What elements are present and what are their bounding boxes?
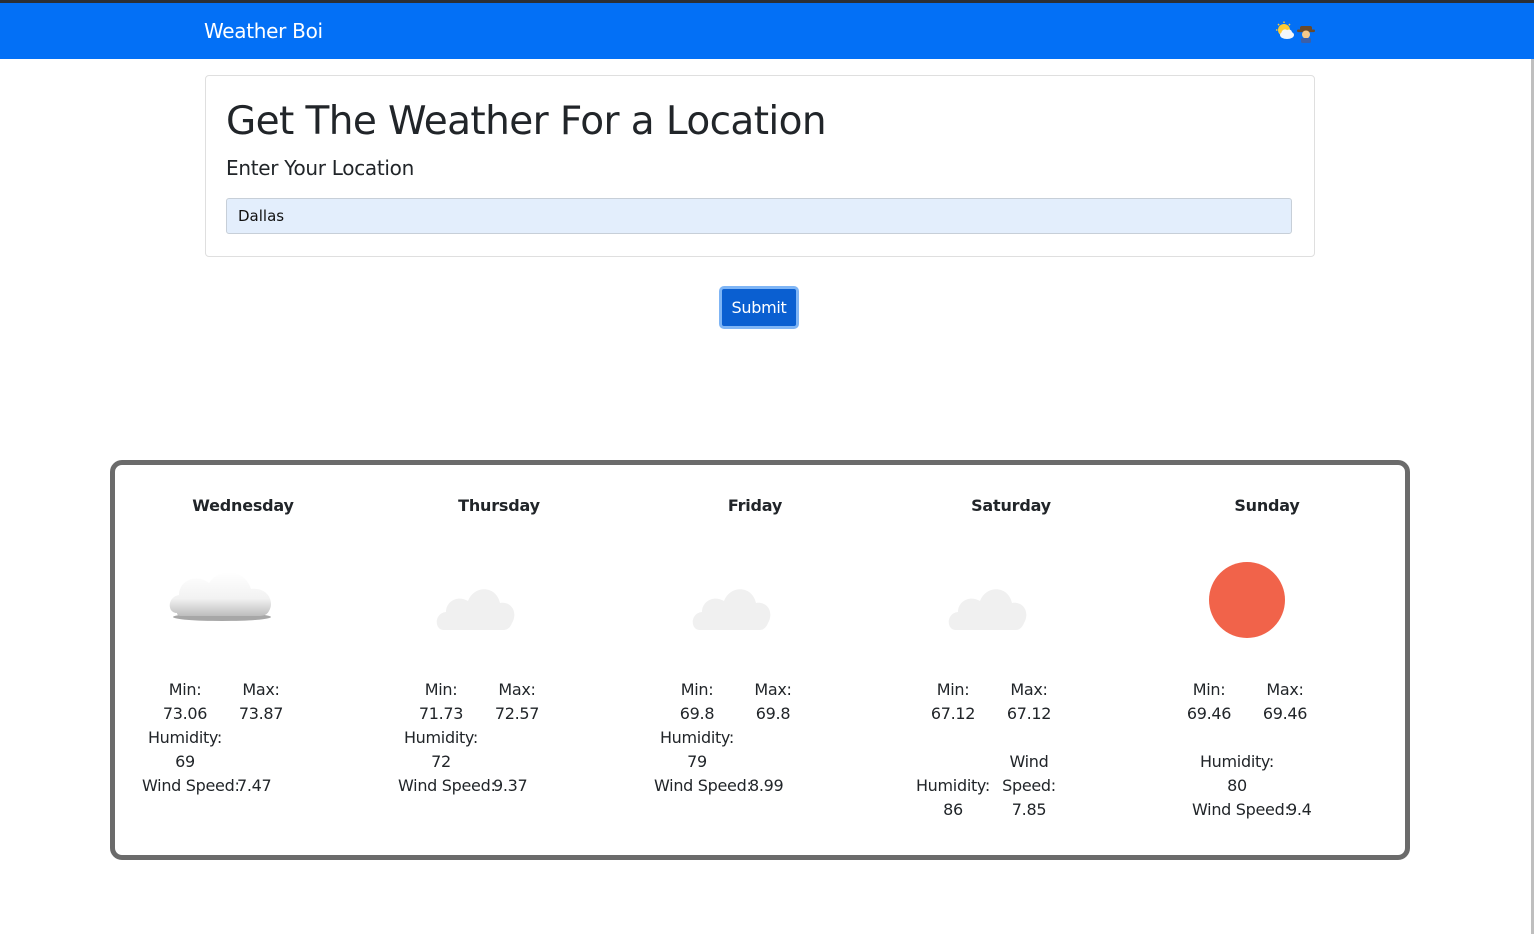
forecast-day: Friday Min: Max: 69.8 69.8 Humidity: 79 … [627,465,883,855]
max-value: 67.12 [1006,704,1052,723]
humidity-value: 72 [431,752,451,771]
cloud-icon [169,572,271,621]
min-value: 71.73 [418,704,464,723]
page-title: Get The Weather For a Location [226,99,827,144]
min-label: Min: [936,680,970,699]
max-label: Max: [498,680,536,699]
humidity-value: 86 [943,800,963,819]
max-label: Max: [242,680,280,699]
max-value: 73.87 [238,704,284,723]
min-value: 67.12 [930,704,976,723]
humidity-value: 79 [687,752,707,771]
wind-value: 7.85 [1011,800,1047,819]
light-cloud-icon [948,589,1027,630]
wind-value: 9.4 [1287,800,1312,819]
forecast-day: Saturday Min: Max: 67.12 67.12 Wind Humi… [883,465,1139,855]
min-label: Min: [1192,680,1226,699]
humidity-label: Humidity: [403,728,479,747]
wind-label: Wind Speed: [142,776,240,795]
max-label: Max: [1010,680,1048,699]
min-value: 69.8 [679,704,715,723]
min-label: Min: [168,680,202,699]
humidity-value: 80 [1227,776,1247,795]
wind-label: Wind Speed: [654,776,752,795]
day-name: Saturday [971,496,1051,515]
max-label: Max: [754,680,792,699]
location-form-card: Get The Weather For a Location Enter You… [205,75,1315,257]
wind-label: Wind [1009,752,1049,771]
submit-button[interactable]: Submit [719,286,799,329]
max-value: 69.8 [755,704,791,723]
wind-value: 7.47 [237,776,272,795]
forecast-panel: Wednesday Min: Max: 73.06 73.87 Humidity… [110,460,1410,860]
light-cloud-icon [436,589,515,630]
max-label: Max: [1266,680,1304,699]
min-value: 73.06 [162,704,208,723]
forecast-day: Sunday Min: Max: 69.46 69.46 Humidity: 8… [1139,465,1395,855]
max-value: 72.57 [494,704,540,723]
humidity-label: Humidity: [659,728,735,747]
day-name: Thursday [458,496,540,515]
humidity-value: 69 [175,752,195,771]
max-value: 69.46 [1262,704,1308,723]
wind-label: Speed: [1002,776,1056,795]
forecast-day: Thursday Min: Max: 71.73 72.57 Humidity:… [371,465,627,855]
forecast-day: Wednesday Min: Max: 73.06 73.87 Humidity… [115,465,371,855]
location-label: Enter Your Location [226,156,414,180]
day-name: Wednesday [192,496,294,515]
humidity-label: Humidity: [915,776,991,795]
day-name: Sunday [1234,496,1300,515]
wind-label: Wind Speed: [1192,800,1290,819]
humidity-label: Humidity: [147,728,223,747]
wind-label: Wind Speed: [398,776,496,795]
sun-icon [1209,562,1285,638]
humidity-label: Humidity: [1199,752,1275,771]
location-input[interactable] [226,198,1292,234]
min-label: Min: [680,680,714,699]
light-cloud-icon [692,589,771,630]
day-name: Friday [727,496,783,515]
cowboy-icon [1297,26,1315,43]
min-value: 69.46 [1186,704,1232,723]
weather-emoji-icons [1276,21,1315,43]
sun-behind-cloud-icon [1276,21,1294,39]
navbar: Weather Boi [0,3,1534,59]
min-label: Min: [424,680,458,699]
wind-value: 8.99 [749,776,784,795]
wind-value: 9.37 [493,776,528,795]
brand-link[interactable]: Weather Boi [204,19,323,43]
